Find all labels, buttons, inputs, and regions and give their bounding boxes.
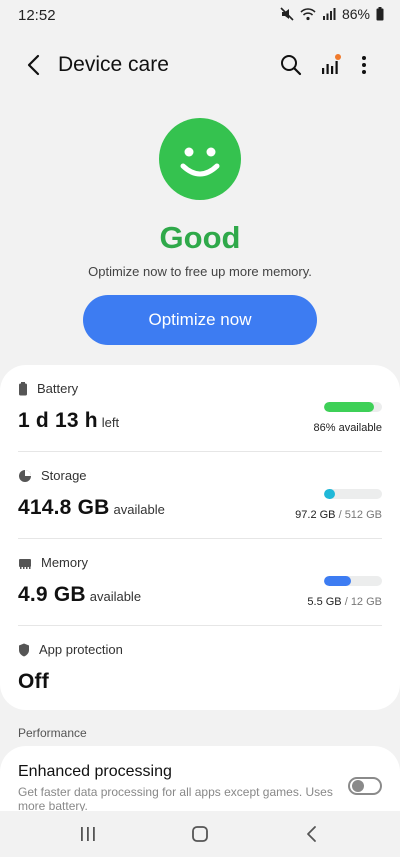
memory-unit: available bbox=[89, 589, 142, 604]
storage-label: Storage bbox=[41, 468, 87, 483]
performance-header: Performance bbox=[18, 726, 87, 740]
more-options-button[interactable] bbox=[351, 52, 377, 78]
app-bar: Device care bbox=[0, 40, 400, 90]
back-arrow-icon bbox=[27, 54, 40, 76]
battery-level-fill bbox=[324, 402, 374, 412]
battery-time-left: 1 d 13 h bbox=[18, 409, 98, 432]
memory-value-row: 4.9 GB available bbox=[18, 583, 141, 607]
storage-unit: available bbox=[113, 502, 165, 517]
storage-label-row: Storage bbox=[18, 468, 87, 483]
battery-status-icon bbox=[376, 7, 384, 21]
memory-usage-fill bbox=[324, 576, 351, 586]
memory-available-value: 4.9 GB bbox=[18, 583, 86, 606]
battery-label: Battery bbox=[37, 381, 79, 396]
storage-available-value: 414.8 GB bbox=[18, 496, 110, 519]
enhanced-processing-title: Enhanced processing bbox=[18, 763, 172, 780]
memory-label-row: Memory bbox=[18, 555, 88, 570]
memory-label: Memory bbox=[41, 555, 88, 570]
back-icon bbox=[307, 826, 316, 842]
status-time: 12:52 bbox=[18, 7, 56, 24]
status-smiley bbox=[159, 118, 241, 200]
memory-chip-icon bbox=[19, 558, 31, 569]
device-status-card: Battery 1 d 13 h left 86% available Stor… bbox=[0, 365, 400, 710]
home-button[interactable] bbox=[188, 823, 212, 845]
memory-usage-bar bbox=[324, 576, 382, 586]
status-word: Good bbox=[159, 220, 241, 255]
optimize-hint: Optimize now to free up more memory. bbox=[88, 264, 312, 279]
toggle-knob bbox=[352, 780, 364, 792]
app-protection-label-row: App protection bbox=[18, 642, 123, 657]
cell-signal-icon bbox=[322, 8, 336, 20]
app-protection-value-row: Off bbox=[18, 670, 49, 694]
recent-apps-icon bbox=[81, 827, 95, 841]
notification-dot bbox=[335, 54, 341, 60]
search-icon bbox=[281, 55, 302, 76]
back-button[interactable] bbox=[22, 52, 48, 78]
battery-level-bar bbox=[324, 402, 382, 412]
storage-item[interactable]: Storage 414.8 GB available 97.2 GB / 512… bbox=[0, 452, 400, 538]
signal-chart-icon bbox=[322, 54, 341, 74]
battery-value-row: 1 d 13 h left bbox=[18, 409, 119, 433]
storage-usage-fill bbox=[324, 489, 336, 499]
system-navigation-bar bbox=[0, 811, 400, 857]
pie-chart-icon bbox=[19, 469, 31, 482]
battery-unit: left bbox=[101, 415, 120, 430]
battery-label-row: Battery bbox=[18, 381, 78, 396]
memory-total: / 12 GB bbox=[344, 596, 382, 608]
recent-apps-button[interactable] bbox=[76, 823, 100, 845]
mute-icon bbox=[280, 7, 294, 21]
battery-icon bbox=[19, 381, 27, 395]
app-protection-status: Off bbox=[18, 670, 49, 693]
search-button[interactable] bbox=[278, 52, 304, 78]
storage-value-row: 414.8 GB available bbox=[18, 496, 165, 520]
enhanced-processing-toggle[interactable] bbox=[348, 777, 382, 795]
app-protection-label: App protection bbox=[39, 642, 123, 657]
storage-usage-bar bbox=[324, 489, 382, 499]
wifi-icon bbox=[300, 8, 316, 21]
storage-total: / 512 GB bbox=[338, 509, 382, 521]
memory-used-total: 5.5 GB / 12 GB bbox=[307, 596, 382, 608]
status-bar: 12:52 86% bbox=[0, 0, 400, 32]
nav-back-button[interactable] bbox=[300, 823, 324, 845]
memory-used: 5.5 GB bbox=[307, 596, 342, 608]
app-protection-item[interactable]: App protection Off bbox=[0, 626, 400, 712]
home-icon bbox=[192, 826, 208, 842]
diagnostics-button[interactable] bbox=[318, 52, 344, 78]
shield-icon bbox=[19, 643, 29, 656]
battery-available: 86% available bbox=[313, 422, 383, 434]
memory-item[interactable]: Memory 4.9 GB available 5.5 GB / 12 GB bbox=[0, 539, 400, 625]
optimize-now-button[interactable]: Optimize now bbox=[83, 295, 317, 345]
battery-item[interactable]: Battery 1 d 13 h left 86% available bbox=[0, 365, 400, 451]
storage-used-total: 97.2 GB / 512 GB bbox=[295, 509, 382, 521]
storage-used: 97.2 GB bbox=[295, 509, 336, 521]
more-vertical-icon bbox=[362, 56, 366, 74]
battery-percent: 86% bbox=[341, 6, 370, 22]
page-title: Device care bbox=[58, 53, 169, 76]
status-icons: 86% bbox=[280, 6, 384, 22]
smiley-face-icon bbox=[180, 147, 220, 177]
enhanced-processing-description: Get faster data processing for all apps … bbox=[18, 785, 333, 813]
